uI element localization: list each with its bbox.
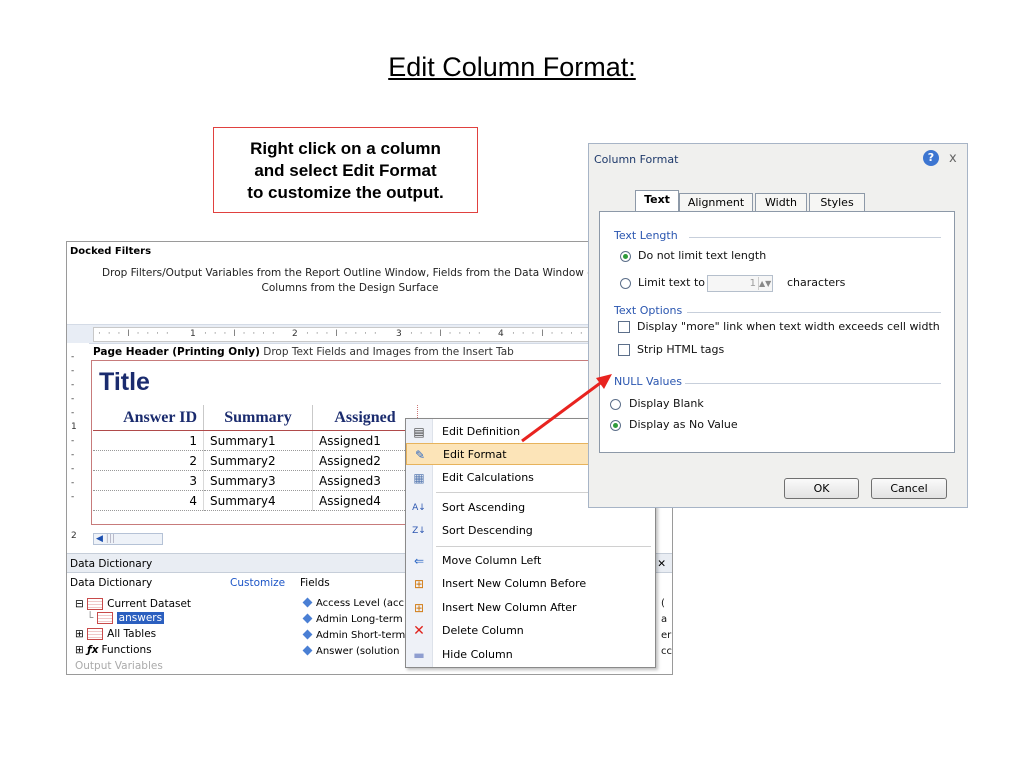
- field-icon: [302, 597, 313, 608]
- tab-alignment[interactable]: Alignment: [679, 193, 753, 211]
- display-blank-label: Display Blank: [629, 397, 704, 410]
- tree-item-functions[interactable]: ⊞ ƒx Functions: [75, 644, 152, 656]
- arrow-left-icon: ⇐: [413, 554, 425, 568]
- edit-definition-icon: ▤: [413, 425, 425, 439]
- field-item[interactable]: Access Level (acc: [302, 597, 404, 609]
- table-icon: [87, 598, 104, 610]
- table-row[interactable]: 2 Summary2 Assigned2: [93, 450, 418, 471]
- limit-length-stepper[interactable]: 1 ▲▼: [707, 275, 773, 292]
- display-no-value-label: Display as No Value: [629, 418, 738, 431]
- docked-filters-title: Docked Filters: [70, 246, 152, 257]
- menu-item-delete-column[interactable]: ✕ Delete Column: [406, 620, 655, 642]
- vertical-ruler: - - - - - 1 - - - - - 2: [67, 343, 89, 543]
- delete-x-icon: ✕: [413, 623, 425, 639]
- horizontal-scrollbar[interactable]: ◀ |||: [93, 533, 163, 545]
- docked-filters-description: Drop Filters/Output Variables from the R…: [102, 267, 598, 294]
- calculator-icon: ▦: [413, 471, 425, 485]
- slide-title: Edit Column Format:: [388, 52, 636, 82]
- tab-styles[interactable]: Styles: [809, 193, 865, 211]
- horizontal-ruler: · · · I · · · · 1 · · · I · · · · 2 · · …: [93, 327, 625, 342]
- ruler-mark: 3: [396, 329, 402, 339]
- column-format-dialog: Column Format ? x Text Alignment Width S…: [588, 143, 968, 508]
- ok-button[interactable]: OK: [784, 478, 859, 499]
- ruler-mark: 1: [190, 329, 196, 339]
- field-item[interactable]: Admin Short-term: [302, 629, 405, 641]
- menu-item-sort-descending[interactable]: Z↓ Sort Descending: [406, 520, 655, 542]
- insert-before-icon: ⊞: [413, 577, 425, 591]
- report-table[interactable]: Answer ID Summary Assigned 1 Summary1 As…: [93, 405, 418, 511]
- table-row[interactable]: 1 Summary1 Assigned1: [93, 430, 418, 451]
- close-icon[interactable]: x: [949, 151, 957, 166]
- radio-limit-text[interactable]: [620, 278, 631, 289]
- fields-title: Fields: [300, 577, 330, 589]
- column-header-assigned[interactable]: Assigned: [312, 405, 418, 431]
- menu-item-insert-before[interactable]: ⊞ Insert New Column Before: [406, 573, 655, 595]
- characters-label: characters: [787, 276, 846, 289]
- function-icon: ƒx: [87, 644, 99, 656]
- limit-text-label: Limit text to: [638, 276, 706, 289]
- report-title[interactable]: Title: [99, 368, 150, 397]
- tree-item-all-tables[interactable]: ⊞ All Tables: [75, 628, 156, 640]
- table-icon: [87, 628, 104, 640]
- strip-html-label: Strip HTML tags: [637, 343, 725, 356]
- dialog-title: Column Format: [594, 153, 679, 166]
- table-row[interactable]: 3 Summary3 Assigned3: [93, 470, 418, 491]
- instruction-callout: Right click on a column and select Edit …: [213, 127, 478, 213]
- column-header-answer-id[interactable]: Answer ID: [93, 405, 204, 431]
- page-header-label: Page Header (Printing Only): [93, 346, 260, 358]
- do-not-limit-label: Do not limit text length: [638, 249, 767, 262]
- tab-width[interactable]: Width: [755, 193, 807, 211]
- null-values-group-label: NULL Values: [614, 375, 682, 388]
- menu-item-insert-after[interactable]: ⊞ Insert New Column After: [406, 597, 655, 619]
- help-icon[interactable]: ?: [923, 150, 939, 166]
- tree-item-current-dataset[interactable]: ⊟ Current Dataset: [75, 598, 191, 610]
- tab-text[interactable]: Text: [635, 190, 679, 212]
- tree-item-output-variables[interactable]: Output Variables: [75, 660, 163, 672]
- strip-html-checkbox[interactable]: [618, 344, 630, 356]
- edit-format-icon: ✎: [414, 448, 426, 462]
- field-icon: [302, 645, 313, 656]
- radio-display-blank[interactable]: [610, 399, 621, 410]
- radio-do-not-limit[interactable]: [620, 251, 631, 262]
- data-dictionary-tree-title: Data Dictionary: [70, 577, 153, 589]
- tree-item-answers[interactable]: └ answers: [87, 612, 165, 624]
- column-header-summary[interactable]: Summary: [203, 405, 313, 431]
- display-more-label: Display "more" link when text width exce…: [637, 320, 940, 333]
- ruler-mark: 2: [292, 329, 298, 339]
- table-icon: [96, 612, 113, 624]
- hide-column-icon: ▬: [413, 648, 425, 662]
- table-row[interactable]: 4 Summary4 Assigned4: [93, 490, 418, 511]
- field-item[interactable]: Answer (solution: [302, 645, 400, 657]
- ruler-mark: 4: [498, 329, 504, 339]
- text-length-group-label: Text Length: [614, 229, 678, 242]
- radio-display-no-value[interactable]: [610, 420, 621, 431]
- menu-item-hide-column[interactable]: ▬ Hide Column: [406, 644, 655, 666]
- sort-descending-icon: Z↓: [412, 526, 426, 536]
- menu-item-move-column-left[interactable]: ⇐ Move Column Left: [406, 550, 655, 572]
- page-header-band-label: Page Header (Printing Only) Drop Text Fi…: [93, 346, 514, 358]
- close-icon[interactable]: ✕: [657, 554, 666, 574]
- cancel-button[interactable]: Cancel: [871, 478, 947, 499]
- customize-link[interactable]: Customize: [230, 577, 285, 589]
- insert-after-icon: ⊞: [413, 601, 425, 615]
- page-header-description: Drop Text Fields and Images from the Ins…: [263, 346, 514, 358]
- menu-separator: [436, 546, 651, 547]
- field-icon: [302, 629, 313, 640]
- display-more-checkbox[interactable]: [618, 321, 630, 333]
- text-options-group-label: Text Options: [614, 304, 683, 317]
- stepper-arrows-icon[interactable]: ▲▼: [758, 277, 771, 290]
- sort-ascending-icon: A↓: [412, 503, 426, 513]
- field-item[interactable]: Admin Long-term: [302, 613, 403, 625]
- field-icon: [302, 613, 313, 624]
